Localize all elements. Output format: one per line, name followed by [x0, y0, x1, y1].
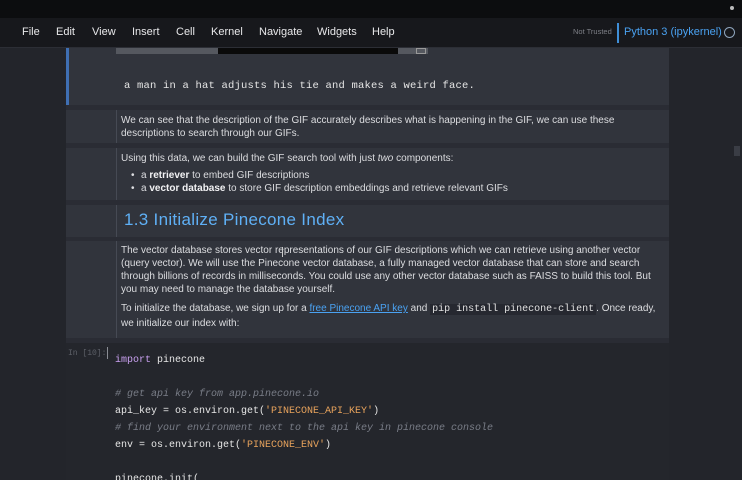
output-text: a man in a hat adjusts his tie and makes…: [124, 80, 476, 92]
code-text: ): [325, 440, 332, 451]
code-line: pinecone.init(: [115, 474, 200, 480]
code-cell[interactable]: In [10]: import pinecone # get api key f…: [66, 343, 669, 480]
output-cell[interactable]: a man in a hat adjusts his tie and makes…: [66, 48, 669, 105]
image-expand-icon[interactable]: [416, 48, 426, 54]
component-list: a retriever to embed GIF descriptions a …: [121, 169, 641, 195]
right-margin: [669, 48, 742, 480]
selected-cell-indicator: [66, 48, 69, 105]
code-editor[interactable]: import pinecone # get api key from app.p…: [115, 352, 493, 480]
menu-cell[interactable]: Cell: [176, 26, 195, 38]
kernel-name[interactable]: Python 3 (ipykernel): [624, 26, 722, 38]
menu-navigate[interactable]: Navigate: [259, 26, 302, 38]
cell-divider: [116, 110, 117, 143]
notebook-menubar: File Edit View Insert Cell Kernel Naviga…: [0, 18, 742, 48]
gif-frame: [218, 48, 398, 54]
system-top-bar: [0, 0, 742, 18]
kernel-separator: [617, 23, 619, 43]
markdown-paragraph-2: To initialize the database, we sign up f…: [121, 302, 656, 331]
markdown-text: Using this data, we can build the GIF se…: [121, 152, 641, 165]
section-heading: 1.3 Initialize Pinecone Index: [124, 210, 345, 229]
text-span: and: [407, 303, 431, 314]
keyword: import: [115, 355, 152, 366]
scrollbar-thumb[interactable]: [734, 146, 740, 156]
not-trusted-badge[interactable]: Not Trusted: [573, 27, 612, 36]
input-prompt: In [10]:: [68, 349, 107, 358]
emphasis-text: two: [377, 153, 394, 164]
code-comment: # get api key from app.pinecone.io: [115, 389, 320, 400]
markdown-cell[interactable]: Using this data, we can build the GIF se…: [66, 148, 669, 200]
gif-output-image: [116, 48, 428, 54]
code-string: 'PINECONE_API_KEY': [265, 406, 374, 417]
menu-widgets[interactable]: Widgets: [317, 26, 357, 38]
text-span: To initialize the database, we sign up f…: [121, 303, 310, 314]
kernel-idle-icon: [724, 27, 735, 38]
cell-divider: [116, 148, 117, 200]
heading-cell[interactable]: 1.3 Initialize Pinecone Index: [66, 205, 669, 237]
text-span: to store GIF description embeddings and …: [225, 183, 508, 194]
code-text: api_key = os.environ.get(: [115, 406, 266, 417]
inline-code: pip install pinecone-client: [430, 304, 597, 315]
status-dot-icon: [730, 6, 734, 10]
text-span: to embed GIF descriptions: [189, 170, 310, 181]
markdown-block: Using this data, we can build the GIF se…: [121, 152, 641, 195]
text-cursor-icon: [282, 247, 288, 257]
bold-text: retriever: [149, 170, 190, 181]
code-cursor: [107, 347, 108, 359]
code-line: env = os.environ.get('PINECONE_ENV'): [115, 437, 493, 454]
menu-kernel[interactable]: Kernel: [211, 26, 243, 38]
menu-insert[interactable]: Insert: [132, 26, 160, 38]
text-span: Using this data, we can build the GIF se…: [121, 153, 378, 164]
left-margin: [0, 48, 66, 480]
markdown-paragraph: The vector database stores vector repres…: [121, 245, 651, 295]
code-text: ): [373, 406, 380, 417]
markdown-cell[interactable]: The vector database stores vector repres…: [66, 241, 669, 338]
menu-edit[interactable]: Edit: [56, 26, 75, 38]
cell-divider: [116, 241, 117, 338]
markdown-cell[interactable]: We can see that the description of the G…: [66, 110, 669, 143]
code-line: api_key = os.environ.get('PINECONE_API_K…: [115, 403, 493, 420]
code-text: pinecone: [151, 355, 206, 366]
text-span: components:: [393, 153, 454, 164]
menu-view[interactable]: View: [92, 26, 116, 38]
notebook-container: a man in a hat adjusts his tie and makes…: [66, 48, 669, 480]
cell-divider: [116, 205, 117, 237]
list-item: a retriever to embed GIF descriptions: [131, 169, 641, 182]
code-string: 'PINECONE_ENV': [241, 440, 326, 451]
code-line: import pinecone: [115, 352, 493, 369]
code-comment: # find your environment next to the api …: [115, 423, 494, 434]
menu-file[interactable]: File: [22, 26, 40, 38]
markdown-text: We can see that the description of the G…: [121, 115, 615, 139]
pinecone-api-key-link[interactable]: free Pinecone API key: [309, 303, 407, 314]
list-item: a vector database to store GIF descripti…: [131, 182, 641, 195]
code-text: env = os.environ.get(: [115, 440, 242, 451]
bold-text: vector database: [149, 183, 226, 194]
menu-help[interactable]: Help: [372, 26, 395, 38]
